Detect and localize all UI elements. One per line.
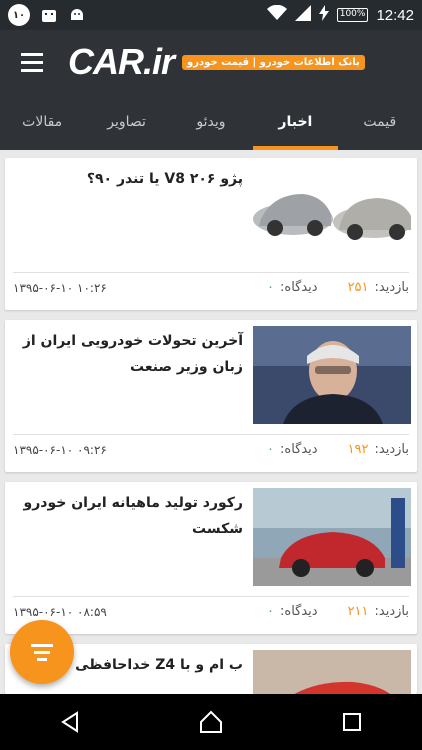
wifi-icon <box>266 4 287 25</box>
views-label: بازدید: <box>374 604 409 619</box>
battery-level: 100% <box>336 8 369 22</box>
tagline: بانک اطلاعات خودرو | قیمت خودرو <box>182 54 365 70</box>
tab-price[interactable]: قیمت <box>338 94 422 150</box>
news-thumbnail <box>253 488 411 586</box>
news-title: پژو ۲۰۶ V8 یا تندر ۹۰؟ <box>86 171 243 187</box>
hamburger-icon-line <box>21 68 43 72</box>
filter-icon-line <box>37 657 47 661</box>
comments-count: ۰ <box>267 280 274 295</box>
views-label: بازدید: <box>374 442 409 457</box>
recents-icon <box>342 713 361 731</box>
hamburger-icon-line <box>21 60 43 64</box>
back-button[interactable] <box>40 702 100 742</box>
notification-count-badge: ۱۰ <box>8 4 30 26</box>
tab-articles[interactable]: مقالات <box>0 94 84 150</box>
shopping-icon <box>40 6 58 24</box>
tab-label: قیمت <box>363 114 397 130</box>
news-date: ۱۳۹۵-۰۶-۱۰ ۱۰:۲۶ <box>13 280 107 295</box>
tagline-text: بانک اطلاعات خودرو | قیمت خودرو <box>182 54 365 70</box>
news-thumbnail <box>253 326 411 424</box>
news-thumbnail <box>253 650 411 694</box>
filter-button[interactable] <box>10 620 74 684</box>
filter-icon-line <box>34 650 50 654</box>
news-meta: بازدید: ۲۱۱ دیدگاه: ۰ ۱۳۹۵-۰۶-۱۰ ۰۸:۵۹ <box>13 596 409 626</box>
home-icon <box>199 710 222 733</box>
tab-label: اخبار <box>278 114 313 130</box>
news-thumbnail <box>253 164 411 262</box>
tab-news[interactable]: اخبار <box>253 94 339 150</box>
news-date: ۱۳۹۵-۰۶-۱۰ ۰۹:۲۶ <box>13 442 107 457</box>
category-tabs: قیمت اخبار ویدئو تصاویر مقالات <box>0 94 422 150</box>
back-icon <box>61 711 79 733</box>
news-card[interactable]: آخرین تحولات خودرویی ایران از زبان وزیر … <box>5 320 417 472</box>
news-meta: بازدید: ۲۵۱ دیدگاه: ۰ ۱۳۹۵-۰۶-۱۰ ۱۰:۲۶ <box>13 272 409 302</box>
signal-icon <box>294 5 311 25</box>
comments-label: دیدگاه: <box>280 280 318 295</box>
comments-label: دیدگاه: <box>280 442 318 457</box>
menu-button[interactable] <box>0 30 64 94</box>
app-header: CAR.ir بانک اطلاعات خودرو | قیمت خودرو <box>0 30 422 94</box>
hamburger-icon <box>21 52 43 56</box>
android-icon <box>68 6 86 24</box>
comments-label: دیدگاه: <box>280 604 318 619</box>
views-count: ۲۵۱ <box>347 280 369 295</box>
clock: 12:42 <box>376 6 414 24</box>
news-list[interactable]: پژو ۲۰۶ V8 یا تندر ۹۰؟ بازدید: ۲۵۱ دیدگا… <box>0 150 422 694</box>
views-count: ۱۹۲ <box>347 442 369 457</box>
news-card[interactable]: پژو ۲۰۶ V8 یا تندر ۹۰؟ بازدید: ۲۵۱ دیدگا… <box>5 158 417 310</box>
home-button[interactable] <box>181 702 241 742</box>
tab-images[interactable]: تصاویر <box>84 94 168 150</box>
comments-count: ۰ <box>267 604 274 619</box>
tab-label: تصاویر <box>107 114 146 130</box>
charging-icon <box>318 5 329 25</box>
logo-text: CAR.ir <box>68 41 175 82</box>
news-title: رکورد تولید ماهیانه ایران خودرو شکست <box>23 495 244 537</box>
tab-video[interactable]: ویدئو <box>169 94 253 150</box>
news-card[interactable]: رکورد تولید ماهیانه ایران خودرو شکست باز… <box>5 482 417 634</box>
tab-label: ویدئو <box>196 114 226 130</box>
comments-count: ۰ <box>267 442 274 457</box>
views-label: بازدید: <box>374 280 409 295</box>
status-bar: ۱۰ 100% 12:42 <box>0 0 422 30</box>
news-date: ۱۳۹۵-۰۶-۱۰ ۰۸:۵۹ <box>13 604 107 619</box>
views-count: ۲۱۱ <box>347 604 369 619</box>
app-logo[interactable]: CAR.ir <box>68 41 175 83</box>
system-nav-bar <box>0 694 422 750</box>
news-title: آخرین تحولات خودرویی ایران از زبان وزیر … <box>22 333 243 375</box>
filter-icon <box>31 643 53 647</box>
news-meta: بازدید: ۱۹۲ دیدگاه: ۰ ۱۳۹۵-۰۶-۱۰ ۰۹:۲۶ <box>13 434 409 464</box>
recents-button[interactable] <box>322 702 382 742</box>
tab-label: مقالات <box>22 114 63 130</box>
